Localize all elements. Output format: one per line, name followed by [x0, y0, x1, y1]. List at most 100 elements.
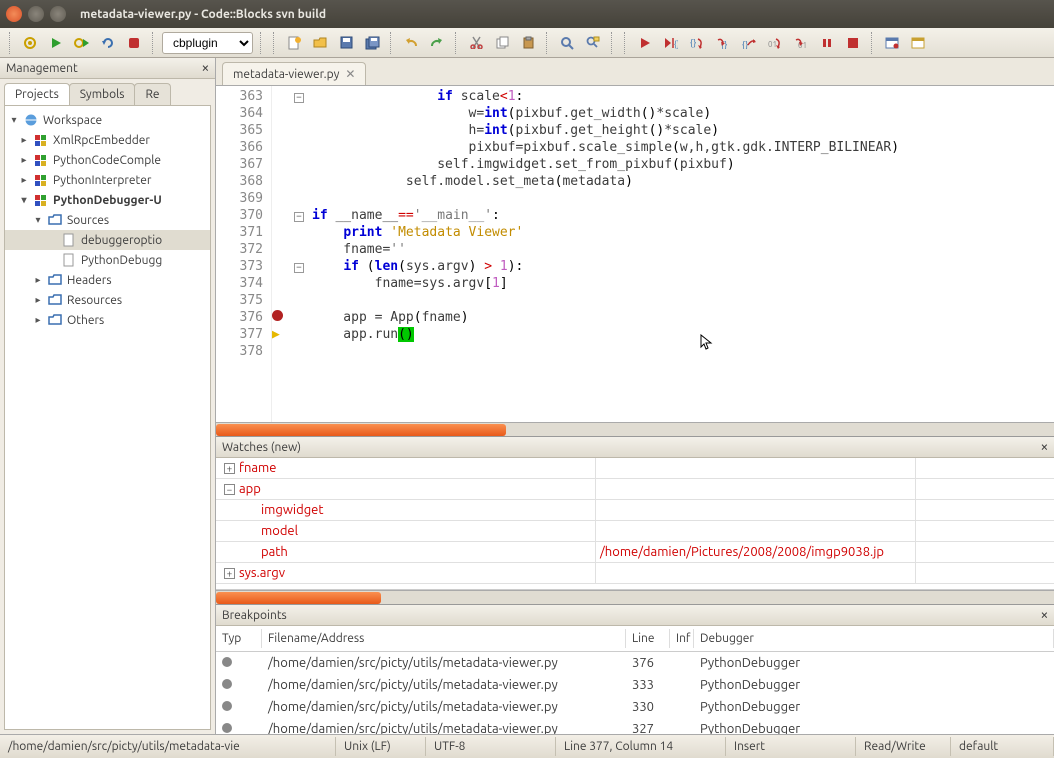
save-button[interactable] [335, 32, 357, 54]
abort-button[interactable] [123, 32, 145, 54]
step-into-button[interactable]: {} [712, 32, 734, 54]
project-node[interactable]: ▸PythonInterpreter [5, 170, 210, 190]
watches-table[interactable]: +fname−appimgwidgetmodelpath/home/damien… [216, 458, 1054, 590]
step-out-button[interactable]: {} [738, 32, 760, 54]
info-button[interactable] [907, 32, 929, 54]
breakpoint-row[interactable]: /home/damien/src/picty/utils/metadata-vi… [216, 674, 1054, 696]
breakpoints-title: Breakpoints [222, 609, 287, 622]
folder-icon [47, 292, 63, 308]
project-node-active[interactable]: ▾PythonDebugger-U [5, 190, 210, 210]
bp-hdr-line[interactable]: Line [626, 629, 670, 648]
breakpoints-panel: Breakpoints × Typ Filename/Address Line I… [216, 604, 1054, 734]
window-close-button[interactable] [6, 6, 22, 22]
file-node[interactable]: PythonDebugg [5, 250, 210, 270]
status-encoding: UTF-8 [426, 737, 556, 756]
breakpoint-row[interactable]: /home/damien/src/picty/utils/metadata-vi… [216, 652, 1054, 674]
editor-tab[interactable]: metadata-viewer.py ✕ [222, 62, 366, 85]
rebuild-button[interactable] [97, 32, 119, 54]
management-title: Management [6, 62, 78, 75]
breakpoint-row[interactable]: /home/damien/src/picty/utils/metadata-vi… [216, 718, 1054, 734]
window-maximize-button[interactable] [50, 6, 66, 22]
svg-text:01: 01 [768, 40, 777, 49]
debug-continue-button[interactable] [634, 32, 656, 54]
project-icon [33, 132, 49, 148]
folder-headers[interactable]: ▸Headers [5, 270, 210, 290]
marker-margin[interactable]: ▶ [272, 86, 290, 422]
save-all-button[interactable] [361, 32, 383, 54]
svg-text:{}: {} [690, 38, 696, 48]
code-content[interactable]: if scale<1: w=int(pixbuf.get_width()*sca… [308, 86, 1054, 422]
editor-hscrollbar[interactable] [216, 422, 1054, 436]
run-to-cursor-button[interactable]: {} [660, 32, 682, 54]
status-eol: Unix (LF) [336, 737, 426, 756]
new-file-button[interactable] [283, 32, 305, 54]
breakpoints-rows[interactable]: /home/damien/src/picty/utils/metadata-vi… [216, 652, 1054, 734]
project-icon [33, 192, 49, 208]
line-gutter[interactable]: 3633643653663673683693703713723733743753… [216, 86, 272, 422]
workspace-node[interactable]: ▾Workspace [5, 110, 210, 130]
project-node[interactable]: ▸PythonCodeComple [5, 150, 210, 170]
next-instr-button[interactable]: 01 [764, 32, 786, 54]
undo-button[interactable] [400, 32, 422, 54]
status-readwrite: Read/Write [856, 737, 951, 756]
watch-row[interactable]: model [216, 521, 1054, 542]
bp-hdr-file[interactable]: Filename/Address [262, 629, 626, 648]
step-into-instr-button[interactable]: 01 [790, 32, 812, 54]
watch-row[interactable]: +fname [216, 458, 1054, 479]
bp-hdr-debugger[interactable]: Debugger [694, 629, 1054, 648]
watch-row[interactable]: imgwidget [216, 500, 1054, 521]
status-bar: /home/damien/src/picty/utils/metadata-vi… [0, 734, 1054, 758]
status-profile: default [951, 737, 1054, 756]
editor-tab-label: metadata-viewer.py [233, 68, 339, 81]
watches-close-button[interactable]: × [1041, 440, 1048, 454]
folder-others[interactable]: ▸Others [5, 310, 210, 330]
tab-symbols[interactable]: Symbols [69, 83, 136, 105]
cut-button[interactable] [465, 32, 487, 54]
management-tabs: Projects Symbols Re [4, 83, 211, 105]
folder-sources[interactable]: ▾Sources [5, 210, 210, 230]
editor-tab-close[interactable]: ✕ [345, 67, 355, 81]
watch-row[interactable]: path/home/damien/Pictures/2008/2008/imgp… [216, 542, 1054, 563]
management-panel: Management × Projects Symbols Re ▾Worksp… [0, 58, 216, 734]
open-button[interactable] [309, 32, 331, 54]
find-button[interactable] [556, 32, 578, 54]
breakpoints-close-button[interactable]: × [1041, 608, 1048, 622]
fold-margin[interactable]: − − − [290, 86, 308, 422]
stop-debug-button[interactable] [842, 32, 864, 54]
replace-button[interactable] [582, 32, 604, 54]
project-node[interactable]: ▸XmlRpcEmbedder [5, 130, 210, 150]
paste-button[interactable] [517, 32, 539, 54]
build-and-run-button[interactable] [71, 32, 93, 54]
file-icon [61, 232, 77, 248]
build-button[interactable] [19, 32, 41, 54]
projects-tree[interactable]: ▾Workspace ▸XmlRpcEmbedder ▸PythonCodeCo… [4, 105, 211, 730]
code-editor[interactable]: 3633643653663673683693703713723733743753… [216, 86, 1054, 422]
watch-row[interactable]: −app [216, 479, 1054, 500]
svg-text:{}: {} [742, 40, 748, 49]
copy-button[interactable] [491, 32, 513, 54]
bp-hdr-inf[interactable]: Inf [670, 629, 694, 648]
build-target-combo[interactable]: cbplugin [162, 32, 253, 54]
tab-resources[interactable]: Re [134, 83, 170, 105]
next-line-button[interactable]: {} [686, 32, 708, 54]
watches-hscrollbar[interactable] [216, 590, 1054, 604]
management-close-button[interactable]: × [202, 61, 209, 75]
folder-icon [47, 212, 63, 228]
breakpoint-row[interactable]: /home/damien/src/picty/utils/metadata-vi… [216, 696, 1054, 718]
file-icon [61, 252, 77, 268]
break-button[interactable] [816, 32, 838, 54]
status-cursor-pos: Line 377, Column 14 [556, 737, 726, 756]
watch-row[interactable]: +sys.argv [216, 563, 1054, 584]
breakpoints-header-row: Typ Filename/Address Line Inf Debugger [216, 626, 1054, 652]
window-minimize-button[interactable] [28, 6, 44, 22]
folder-resources[interactable]: ▸Resources [5, 290, 210, 310]
bp-hdr-type[interactable]: Typ [216, 629, 262, 648]
file-node[interactable]: debuggeroptio [5, 230, 210, 250]
run-button[interactable] [45, 32, 67, 54]
tab-projects[interactable]: Projects [4, 83, 70, 105]
folder-icon [47, 272, 63, 288]
management-header: Management × [0, 58, 215, 79]
status-insert-mode: Insert [726, 737, 856, 756]
redo-button[interactable] [426, 32, 448, 54]
debug-windows-button[interactable] [881, 32, 903, 54]
